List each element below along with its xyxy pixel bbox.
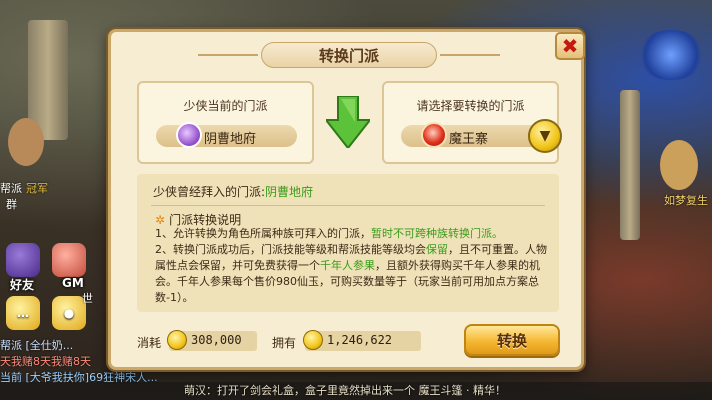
- coin-icon: [303, 330, 323, 350]
- chat-icon: …: [17, 306, 29, 320]
- divider: [151, 205, 545, 206]
- gm-label: GM: [62, 276, 84, 290]
- sect-dropdown-button[interactable]: ▼: [528, 119, 562, 153]
- star-icon: ✲: [155, 213, 166, 227]
- help-text: 1、允许转换为角色所属种族可拜入的门派，暂时不可跨种族转换门派。 2、转换门派成…: [155, 226, 547, 306]
- chat-line: 天我赌8天我赌8天: [0, 355, 91, 368]
- own-value: 1,246,622: [327, 333, 393, 347]
- help-highlight: 千年人参果: [320, 259, 375, 272]
- left-side-tag-3: 群: [6, 198, 17, 211]
- target-sect-name: 魔王寨: [449, 132, 489, 147]
- close-button[interactable]: ✖: [555, 32, 585, 60]
- convert-button-label: 转换: [496, 331, 527, 350]
- dialog-title: 转换门派: [318, 46, 379, 65]
- coin-icon: [167, 330, 187, 350]
- cost-value: 308,000: [191, 333, 242, 347]
- ghost-sect-icon: [176, 122, 202, 148]
- arrow-right-icon: [326, 96, 370, 148]
- target-sect-label: 请选择要转换的门派: [416, 99, 525, 113]
- dialog-title-bar: 转换门派: [198, 42, 500, 68]
- close-icon: ✖: [561, 34, 579, 58]
- current-sect-display: 阴曹地府: [156, 122, 297, 148]
- demon-sect-icon: [421, 122, 447, 148]
- help-text-segment: 1、允许转换为角色所属种族可拜入的门派，: [155, 227, 371, 240]
- help-text-segment: 2、转换门派成功后，门派技能等级和帮派技能等级均会: [155, 243, 426, 256]
- info-box: 少侠曾经拜入的门派:阴曹地府 ✲ 门派转换说明 1、允许转换为角色所属种族可拜入的…: [137, 174, 559, 312]
- help-highlight: 保留: [426, 243, 448, 256]
- background-character: [8, 118, 44, 166]
- convert-sect-dialog: 转换门派 ✖ 少侠当前的门派 阴曹地府 请选择要转换的门派 魔王寨 ▼ 少侠曾经…: [108, 29, 585, 370]
- portal-glow: [636, 30, 706, 80]
- voice-button[interactable]: ●: [52, 296, 86, 330]
- help-paragraph-2: 2、转换门派成功后，门派技能等级和帮派技能等级均会保留，且不可重置。人物属性点会…: [155, 242, 547, 306]
- target-sect-panel: 请选择要转换的门派 魔王寨 ▼: [382, 81, 562, 164]
- target-sect-selector[interactable]: 魔王寨 ▼: [401, 119, 562, 153]
- help-paragraph-1: 1、允许转换为角色所属种族可拜入的门派，暂时不可跨种族转换门派。: [155, 226, 547, 242]
- convert-button[interactable]: 转换: [464, 324, 560, 356]
- current-sect-panel: 少侠当前的门派 阴曹地府: [137, 81, 314, 164]
- former-sect-value: 阴曹地府: [265, 185, 314, 199]
- current-sect-label: 少侠当前的门派: [183, 99, 268, 113]
- help-title-text: 门派转换说明: [169, 213, 242, 227]
- microphone-icon: ●: [63, 306, 75, 320]
- chat-line: 帮派 [全仕奶...: [0, 339, 74, 352]
- left-side-tag-1: 帮派: [0, 182, 22, 195]
- current-sect-name: 阴曹地府: [204, 132, 257, 147]
- former-sect-label: 少侠曾经拜入的门派:: [153, 185, 266, 199]
- stone-pillar: [620, 90, 640, 240]
- system-message: 萌汉：打开了剑会礼盒，盒子里竟然掉出来一个 魔王斗篷 · 精华！: [184, 384, 506, 397]
- right-side-tag: 如梦复生: [664, 194, 708, 207]
- chat-bubble-button[interactable]: …: [6, 296, 40, 330]
- own-label: 拥有: [272, 336, 297, 350]
- help-highlight: 暂时不可跨种族转换门派。: [371, 227, 503, 240]
- friends-label: 好友: [10, 278, 35, 292]
- chevron-down-icon: ▼: [539, 128, 551, 144]
- background-character: [660, 140, 698, 190]
- gm-button[interactable]: [52, 243, 86, 277]
- left-side-tag-2: 冠军: [26, 182, 48, 195]
- world-channel-tag: 世: [82, 292, 93, 305]
- friends-button[interactable]: [6, 243, 40, 277]
- former-sect-line: 少侠曾经拜入的门派:阴曹地府: [153, 183, 313, 200]
- cost-label: 消耗: [137, 336, 162, 350]
